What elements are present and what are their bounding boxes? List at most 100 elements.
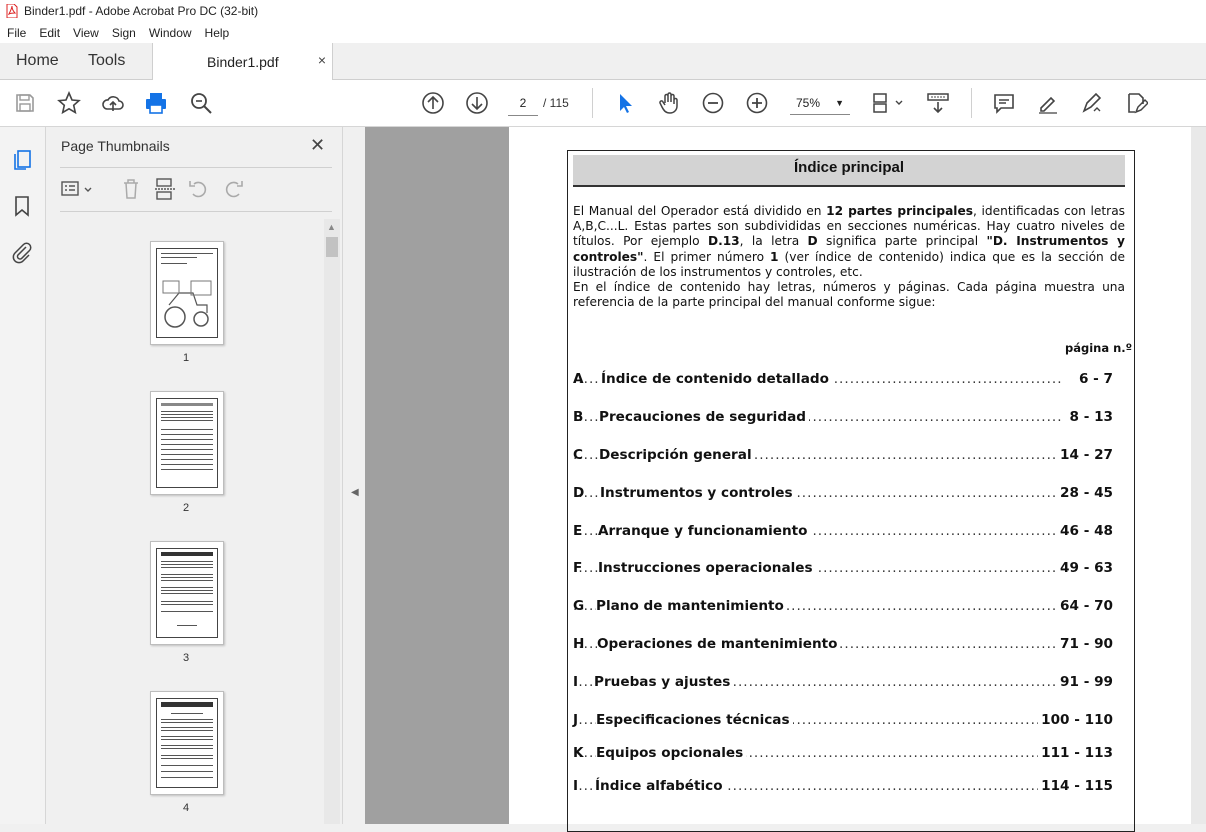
toolbar-divider	[971, 88, 972, 118]
next-page-icon[interactable]	[465, 91, 489, 115]
tab-close-icon[interactable]: ×	[318, 52, 326, 68]
rotate-clockwise-icon[interactable]	[221, 177, 245, 201]
toc-row[interactable]: ........................................…	[573, 484, 1121, 502]
toc-row[interactable]: ........................................…	[573, 597, 1121, 615]
menu-view[interactable]: View	[66, 26, 105, 40]
toc-letter: E	[573, 523, 583, 539]
toc-row[interactable]: ........................................…	[573, 744, 1121, 762]
toc-letter: J	[573, 712, 579, 728]
menu-file[interactable]: File	[0, 26, 32, 40]
toc-pages: 64 - 70	[1057, 597, 1113, 615]
panel-divider	[60, 211, 332, 212]
toc-pages: 114 - 115	[1038, 777, 1113, 795]
bookmark-star-icon[interactable]	[57, 91, 81, 115]
toc-letter: G	[573, 598, 585, 614]
page-thumbnail-3[interactable]	[150, 541, 224, 645]
upload-cloud-icon[interactable]	[101, 91, 125, 115]
tab-home[interactable]: Home	[16, 43, 59, 79]
toc-row[interactable]: ........................................…	[573, 635, 1121, 653]
toc-title: Operaciones de mantenimiento	[597, 635, 841, 653]
thumbnail-content	[156, 398, 218, 488]
document-view[interactable]: Índice principal El Manual del Operador …	[365, 127, 1206, 832]
sign-pen-icon[interactable]	[1080, 91, 1104, 115]
thumbnail-label: 4	[182, 802, 190, 814]
tab-tools[interactable]: Tools	[88, 43, 125, 79]
toc-row[interactable]: ........................................…	[573, 408, 1121, 426]
edit-document-icon[interactable]	[1124, 91, 1148, 115]
toc-row[interactable]: ........................................…	[573, 777, 1121, 795]
attachments-icon[interactable]	[10, 240, 34, 264]
toc-letter: A	[573, 371, 584, 387]
toc-title: Pruebas y ajustes	[594, 673, 734, 691]
tab-document[interactable]: Binder1.pdf ×	[152, 43, 333, 80]
toc-row[interactable]: ........................................…	[573, 522, 1121, 540]
toc-letter: I	[573, 778, 579, 794]
zoom-level-value: 75%	[796, 96, 821, 110]
toc-title: Descripción general	[599, 446, 755, 464]
thumbnail-label: 1	[182, 352, 190, 364]
toc-pages: 49 - 63	[1057, 559, 1113, 577]
toc-letter: I	[573, 674, 579, 690]
page-total: / 115	[543, 96, 569, 110]
page-thumbnails-icon[interactable]	[10, 147, 34, 171]
close-icon[interactable]: ✕	[310, 135, 325, 156]
scrollbar-thumb[interactable]	[326, 237, 338, 257]
select-cursor-icon[interactable]	[613, 91, 637, 115]
window-title: Binder1.pdf - Adobe Acrobat Pro DC (32-b…	[24, 4, 259, 18]
print-icon[interactable]	[144, 91, 168, 115]
menu-help[interactable]: Help	[198, 26, 236, 40]
toc-title: Instrumentos y controles	[600, 484, 796, 502]
toc-title: Especificaciones técnicas	[596, 711, 793, 729]
zoom-search-icon[interactable]	[189, 91, 213, 115]
hand-tool-icon[interactable]	[657, 91, 681, 115]
bookmarks-icon[interactable]	[10, 194, 34, 218]
page-number-input[interactable]: 2	[508, 91, 538, 116]
toc-row[interactable]: ........................................…	[573, 711, 1121, 729]
toc-pages: 8 - 13	[1066, 408, 1113, 426]
toc-letter: F	[573, 560, 583, 576]
zoom-out-icon[interactable]	[701, 91, 725, 115]
toc-row[interactable]: ........................................…	[573, 370, 1121, 388]
panel-title: Page Thumbnails	[61, 138, 170, 154]
delete-page-icon[interactable]	[119, 177, 143, 201]
thumbnail-content	[156, 698, 218, 788]
save-icon[interactable]	[13, 91, 37, 115]
document-scrollbar[interactable]	[1191, 127, 1206, 824]
thumbnail-scrollbar[interactable]	[324, 219, 340, 824]
thumbnail-options-icon[interactable]	[60, 177, 94, 201]
rotate-counterclockwise-icon[interactable]	[187, 177, 211, 201]
title-bar: Binder1.pdf - Adobe Acrobat Pro DC (32-b…	[0, 0, 1206, 22]
toc-pages: 71 - 90	[1057, 635, 1113, 653]
thumbnail-label: 3	[182, 652, 190, 664]
page-display-icon[interactable]	[870, 91, 906, 115]
intro-paragraph: El Manual del Operador está dividido en …	[573, 204, 1126, 310]
toc-letter: K	[573, 745, 584, 761]
thumbnail-label: 2	[182, 502, 190, 514]
toc-row[interactable]: ........................................…	[573, 559, 1121, 577]
scroll-mode-icon[interactable]	[926, 91, 950, 115]
menu-bar: File Edit View Sign Window Help	[0, 22, 1206, 44]
page-thumbnail-1[interactable]	[150, 241, 224, 345]
menu-window[interactable]: Window	[142, 26, 198, 40]
zoom-level-select[interactable]: 75% ▼	[790, 91, 850, 115]
toc-pages: 91 - 99	[1057, 673, 1113, 691]
toc-title: Índice alfabético	[595, 777, 726, 795]
previous-page-icon[interactable]	[421, 91, 445, 115]
highlight-pen-icon[interactable]	[1036, 91, 1060, 115]
page-thumbnail-4[interactable]	[150, 691, 224, 795]
zoom-in-icon[interactable]	[745, 91, 769, 115]
comment-icon[interactable]	[992, 91, 1016, 115]
toc-row[interactable]: ........................................…	[573, 446, 1121, 464]
panel-splitter[interactable]: ◀	[342, 127, 366, 824]
pdf-page: Índice principal El Manual del Operador …	[509, 127, 1191, 832]
toc-row[interactable]: ........................................…	[573, 673, 1121, 691]
menu-edit[interactable]: Edit	[32, 26, 66, 40]
page-thumbnail-2[interactable]	[150, 391, 224, 495]
menu-sign[interactable]: Sign	[105, 26, 142, 40]
scroll-up-icon[interactable]: ▲	[327, 222, 336, 232]
toc-title: Índice de contenido detallado	[601, 370, 832, 388]
insert-page-icon[interactable]	[153, 177, 177, 201]
left-navigation-rail	[0, 127, 46, 824]
thumbnail-content	[156, 548, 218, 638]
collapse-panel-icon[interactable]: ◀	[351, 487, 359, 498]
